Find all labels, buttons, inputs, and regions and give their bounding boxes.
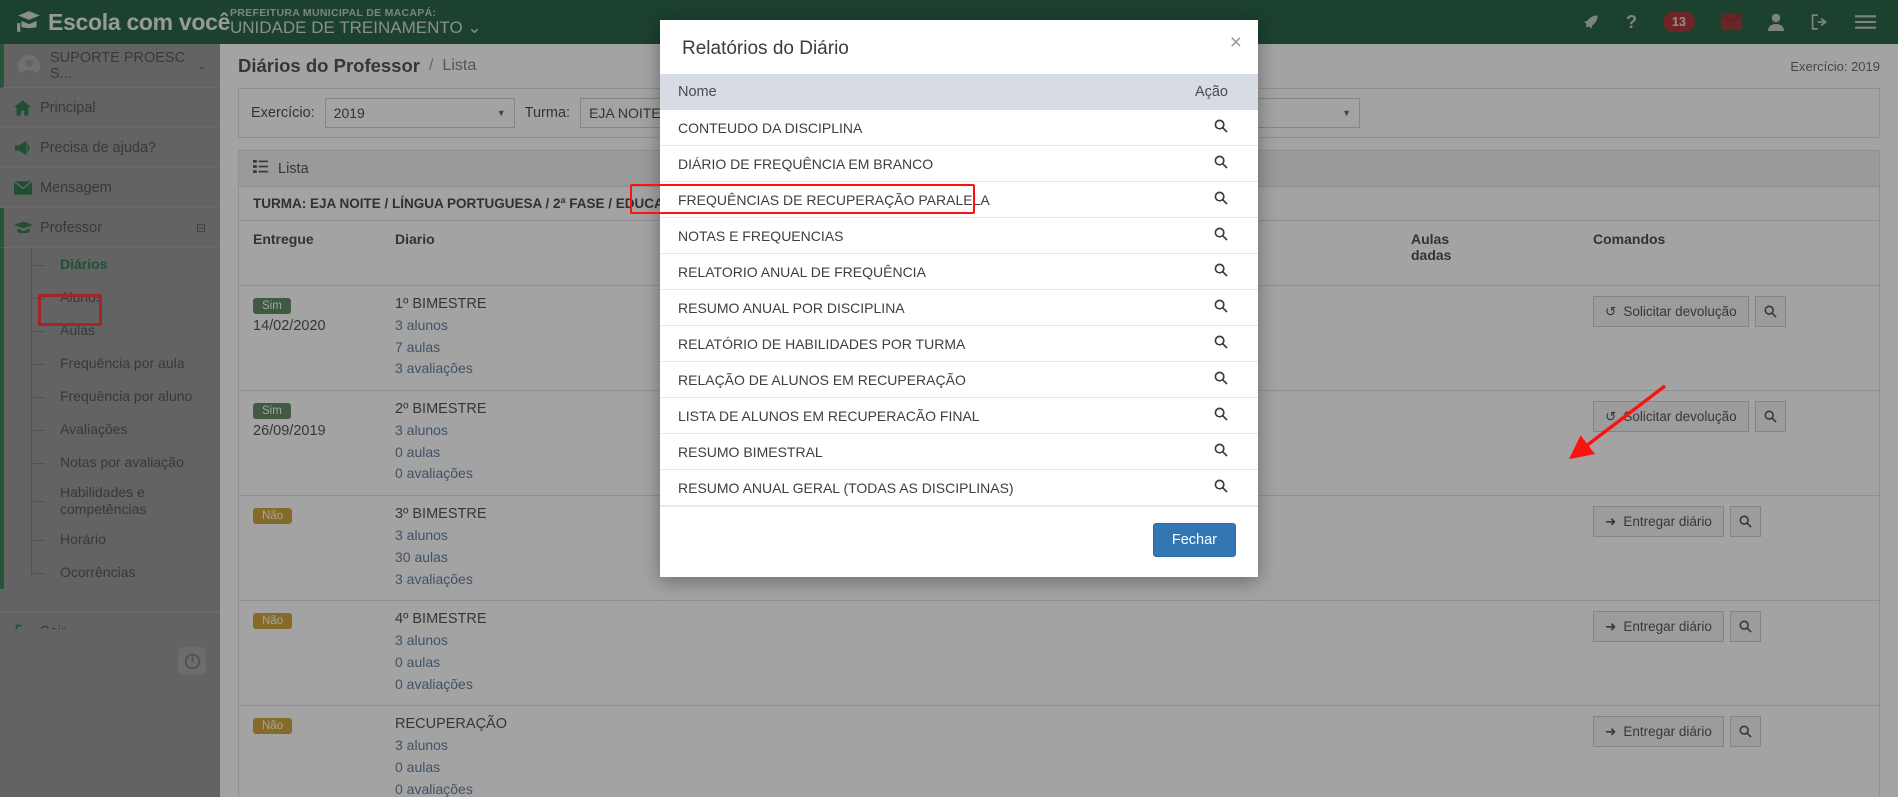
report-row[interactable]: RELATÓRIO DE HABILIDADES POR TURMA (660, 325, 1258, 362)
reports-table: Nome Ação CONTEUDO DA DISCIPLINA DIÁRIO … (660, 74, 1258, 506)
report-search-action[interactable] (1150, 217, 1258, 254)
report-row[interactable]: RESUMO ANUAL POR DISCIPLINA (660, 289, 1258, 326)
report-search-action[interactable] (1150, 469, 1258, 506)
report-name: DIÁRIO DE FREQUÊNCIA EM BRANCO (660, 145, 1151, 182)
modal-title: Relatórios do Diário (682, 38, 849, 59)
report-row[interactable]: CONTEUDO DA DISCIPLINA (660, 110, 1258, 146)
report-name: FREQUÊNCIAS DE RECUPERAÇÃO PARALELA (660, 181, 1151, 218)
report-search-action[interactable] (1150, 253, 1258, 290)
report-name: RELATORIO ANUAL DE FREQUÊNCIA (660, 253, 1151, 290)
report-search-action[interactable] (1150, 289, 1258, 326)
report-name: RELATÓRIO DE HABILIDADES POR TURMA (660, 325, 1151, 362)
report-name: NOTAS E FREQUENCIAS (660, 217, 1151, 254)
column-header-nome: Nome (660, 74, 1151, 110)
report-search-action[interactable] (1150, 110, 1258, 146)
report-row-highlighted[interactable]: FREQUÊNCIAS DE RECUPERAÇÃO PARALELA (660, 181, 1258, 218)
column-header-acao: Ação (1150, 74, 1258, 110)
report-row[interactable]: RELATORIO ANUAL DE FREQUÊNCIA (660, 253, 1258, 290)
report-search-action[interactable] (1150, 361, 1258, 398)
report-name: RESUMO ANUAL POR DISCIPLINA (660, 289, 1151, 326)
report-row[interactable]: RESUMO BIMESTRAL (660, 433, 1258, 470)
modal-body: Nome Ação CONTEUDO DA DISCIPLINA DIÁRIO … (660, 74, 1258, 506)
relatorios-modal: Relatórios do Diário × Nome Ação CONTEUD… (660, 20, 1258, 577)
report-search-action[interactable] (1150, 325, 1258, 362)
close-icon[interactable]: × (1230, 32, 1242, 53)
report-search-action[interactable] (1150, 433, 1258, 470)
report-search-action[interactable] (1150, 397, 1258, 434)
report-name: RESUMO BIMESTRAL (660, 433, 1151, 470)
report-search-action[interactable] (1150, 145, 1258, 182)
report-row[interactable]: DIÁRIO DE FREQUÊNCIA EM BRANCO (660, 145, 1258, 182)
report-name: RELAÇÃO DE ALUNOS EM RECUPERAÇÃO (660, 361, 1151, 398)
modal-footer: Fechar (660, 506, 1258, 577)
modal-header: Relatórios do Diário × (660, 20, 1258, 74)
report-row[interactable]: LISTA DE ALUNOS EM RECUPERACÃO FINAL (660, 397, 1258, 434)
report-search-action[interactable] (1150, 181, 1258, 218)
reports-header-row: Nome Ação (660, 74, 1258, 110)
report-name: LISTA DE ALUNOS EM RECUPERACÃO FINAL (660, 397, 1151, 434)
report-row[interactable]: RESUMO ANUAL GERAL (TODAS AS DISCIPLINAS… (660, 469, 1258, 506)
report-name: RESUMO ANUAL GERAL (TODAS AS DISCIPLINAS… (660, 469, 1151, 506)
report-row[interactable]: RELAÇÃO DE ALUNOS EM RECUPERAÇÃO (660, 361, 1258, 398)
report-name: CONTEUDO DA DISCIPLINA (660, 110, 1151, 146)
report-row[interactable]: NOTAS E FREQUENCIAS (660, 217, 1258, 254)
fechar-button[interactable]: Fechar (1152, 523, 1236, 557)
